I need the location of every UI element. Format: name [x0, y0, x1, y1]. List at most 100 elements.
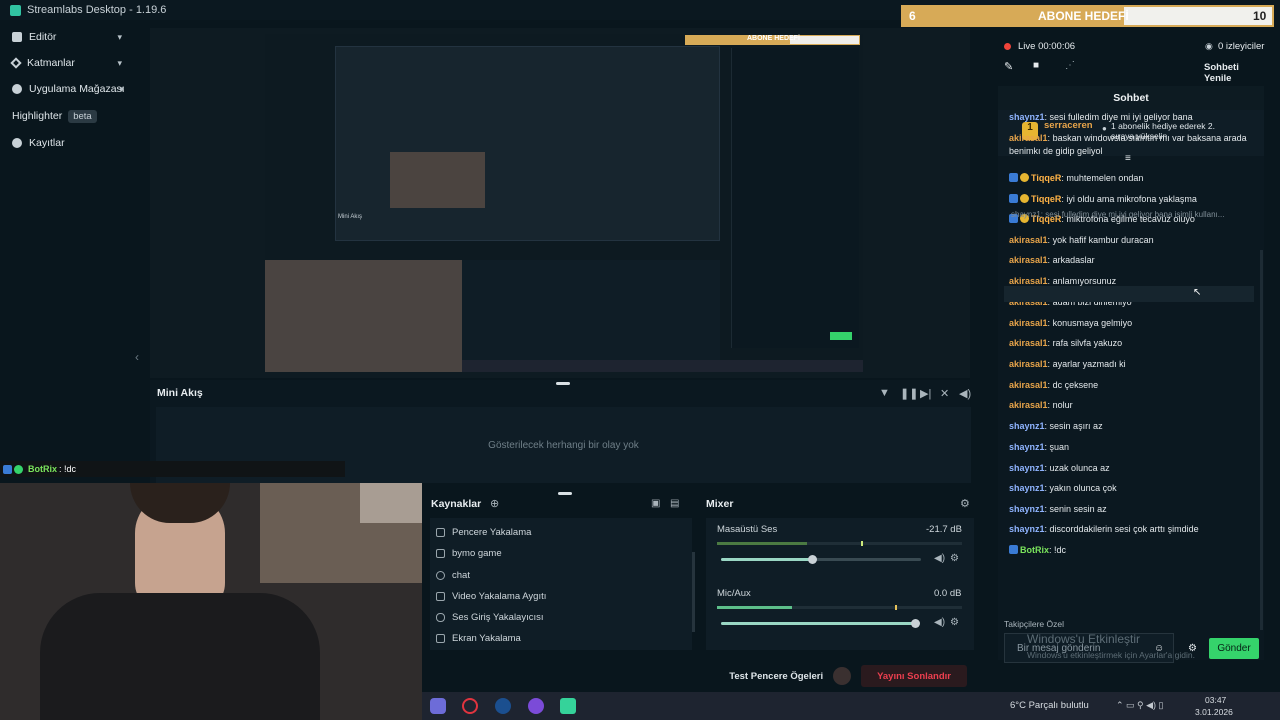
chat-username[interactable]: shaynz1 [1009, 524, 1045, 534]
chat-message[interactable]: akirasal1: nolur [1009, 397, 1254, 414]
chevron-down-icon[interactable]: ▾ [117, 58, 122, 69]
volume-slider[interactable] [721, 555, 921, 564]
chat-text: baskan windowsla sıkıntın mı var baksana… [1052, 133, 1247, 143]
chat-message[interactable]: akirasal1: dc çeksene [1009, 377, 1254, 394]
add-folder-icon[interactable]: ▤ [670, 498, 679, 509]
chat-scrollbar[interactable] [1260, 250, 1263, 630]
chat-message[interactable]: shaynz1: sesi fulledim diye mi iyi geliy… [1009, 110, 1254, 126]
volume-knob[interactable] [911, 619, 920, 628]
chat-username[interactable]: akirasal1 [1009, 338, 1048, 348]
activation-watermark-subtitle: Windows'u etkinleştirmek için Ayarlar'a … [1027, 650, 1195, 660]
chat-message[interactable]: akirasal1: ayarlar yazmadı ki [1009, 356, 1254, 373]
chat-message[interactable]: akirasal1: rafa silvfa yakuzo [1009, 335, 1254, 352]
system-tray-icons[interactable]: ⌃ ▭ ⚲ ◀) ▯ [1116, 700, 1164, 711]
gear-icon[interactable]: ⚙ [950, 553, 959, 564]
pause-icon[interactable]: ❚❚ [900, 387, 918, 400]
volume-knob[interactable] [808, 555, 817, 564]
record-button-icon[interactable] [833, 667, 852, 685]
hovered-message-bg [1004, 286, 1254, 302]
source-item[interactable]: bymo game [436, 543, 502, 564]
camera-icon[interactable]: ■ [1033, 60, 1039, 71]
chat-message[interactable]: TiqqeR: muhtemelen ondan [1009, 170, 1254, 187]
follower-only-text: Takipçilere Özel [1004, 619, 1064, 629]
moderator-badge-icon [1009, 173, 1018, 182]
source-item[interactable]: Ekran Yakalama [436, 628, 521, 649]
volume-slider[interactable] [721, 619, 920, 628]
chat-message[interactable]: akirasal1: arkadaslar [1009, 252, 1254, 269]
chat-message[interactable]: TiqqeR: iyi oldu ama mikrofona yaklaşma [1009, 191, 1254, 208]
resize-handle[interactable] [558, 492, 572, 495]
chat-message[interactable]: shaynz1: sesin aşırı az [1009, 418, 1254, 435]
source-item[interactable]: Video Yakalama Aygıtı [436, 586, 546, 607]
preview-canvas[interactable]: ABONE HEDEFİ Mini Akış [265, 34, 863, 372]
chat-message[interactable]: shaynz1: şuan [1009, 439, 1254, 456]
filter-icon[interactable]: ▼ [879, 387, 890, 399]
chat-username[interactable]: BotRix [1020, 545, 1049, 555]
chat-message[interactable]: benimkı de gidip geliyol [1009, 143, 1254, 160]
steam-icon[interactable] [495, 698, 511, 714]
chat-username[interactable]: shaynz1 [1009, 112, 1045, 122]
chat-username[interactable]: akirasal1 [1009, 133, 1048, 143]
sidebar-item-app-store[interactable]: Uygulama Mağazası ▾ [0, 76, 138, 102]
sidebar-item-highlighter[interactable]: Highlighter beta [0, 103, 138, 129]
opera-icon[interactable] [462, 698, 478, 714]
test-widgets-button[interactable]: Test Pencere Ögeleri [729, 671, 823, 682]
skip-icon[interactable]: ▶| [920, 387, 931, 400]
source-item[interactable]: Pencere Yakalama [436, 522, 531, 543]
chat-message[interactable]: shaynz1: uzak olunca az [1009, 460, 1254, 477]
chevron-down-icon[interactable]: ▾ [119, 84, 124, 95]
clock-time[interactable]: 03:47 [1205, 695, 1226, 705]
edit-icon[interactable]: ✎ [1004, 60, 1013, 73]
send-button[interactable]: Gönder [1209, 638, 1259, 659]
chat-message[interactable]: BotRix: !dc [1009, 542, 1254, 559]
gear-icon[interactable]: ⚙ [960, 497, 970, 510]
chat-username[interactable]: shaynz1 [1009, 463, 1045, 473]
volume-icon[interactable]: ◀) [959, 387, 971, 400]
chat-message[interactable]: akirasal1: konusmaya gelmiyo [1009, 315, 1254, 332]
chat-username[interactable]: akirasal1 [1009, 276, 1048, 286]
source-label: Ses Giriş Yakalayıcısı [452, 612, 544, 623]
chat-area[interactable]: 1 serraceren ● 1 abonelik hediye ederek … [998, 110, 1264, 660]
add-source-icon[interactable]: ⊕ [490, 497, 499, 510]
chat-username[interactable]: TiqqeR [1031, 173, 1061, 183]
chat-username[interactable]: shaynz1 [1009, 483, 1045, 493]
gear-icon[interactable]: ⚙ [950, 617, 959, 628]
streamlabs-icon[interactable] [560, 698, 576, 714]
source-item[interactable]: Ses Giriş Yakalayıcısı [436, 607, 544, 628]
chat-username[interactable]: akirasal1 [1009, 235, 1048, 245]
chat-username[interactable]: akirasal1 [1009, 255, 1048, 265]
sidebar-item-recordings[interactable]: Kayıtlar [0, 130, 138, 156]
windows-app-icon[interactable] [430, 698, 446, 714]
chevron-down-icon[interactable]: ▾ [117, 32, 122, 43]
share-icon[interactable]: ⋰ [1065, 60, 1075, 71]
discord-icon[interactable] [528, 698, 544, 714]
chat-username[interactable]: TiqqeR [1031, 194, 1061, 204]
scrollbar[interactable] [692, 552, 695, 632]
sidebar-item-layers[interactable]: Katmanlar ▾ [0, 50, 138, 76]
speaker-icon[interactable]: ◀) [934, 553, 945, 564]
end-stream-button[interactable]: Yayını Sonlandır [861, 665, 967, 687]
chat-message[interactable]: shaynz1: senin sesin az [1009, 501, 1254, 518]
collapse-left-icon[interactable]: ‹ [135, 350, 139, 364]
speaker-icon[interactable]: ◀) [934, 617, 945, 628]
chat-message[interactable]: shaynz1: yakın olunca çok [1009, 480, 1254, 497]
chat-message[interactable]: akirasal1: yok hafif kambur duracan [1009, 232, 1254, 249]
folder-icon[interactable]: ▣ [651, 498, 660, 509]
chat-username[interactable]: akirasal1 [1009, 380, 1048, 390]
sidebar-item-editor[interactable]: Editör ▾ [0, 24, 138, 50]
chat-username[interactable]: shaynz1 [1009, 504, 1045, 514]
clock-date[interactable]: 3.01.2026 [1195, 707, 1233, 717]
chat-username[interactable]: shaynz1 [1009, 421, 1045, 431]
chat-username[interactable]: akirasal1 [1009, 400, 1048, 410]
chat-username[interactable]: shaynz1 [1009, 442, 1045, 452]
source-item[interactable]: chat [436, 565, 470, 586]
source-label: Ekran Yakalama [452, 633, 521, 644]
refresh-chat-button[interactable]: Sohbeti Yenile [1204, 62, 1268, 84]
chat-message[interactable]: shaynz1: discorddakilerin sesi çok arttı… [1009, 521, 1254, 538]
mute-alerts-icon[interactable]: ✕ [940, 387, 949, 400]
volume-fill [721, 622, 917, 625]
mixer-panel: Mixer ⚙ Masaüstü Ses -21.7 dB ◀) ⚙ Mic/A… [700, 492, 976, 652]
chat-username[interactable]: akirasal1 [1009, 359, 1048, 369]
weather-text[interactable]: 6°C Parçalı bulutlu [1010, 700, 1089, 711]
chat-username[interactable]: akirasal1 [1009, 318, 1048, 328]
